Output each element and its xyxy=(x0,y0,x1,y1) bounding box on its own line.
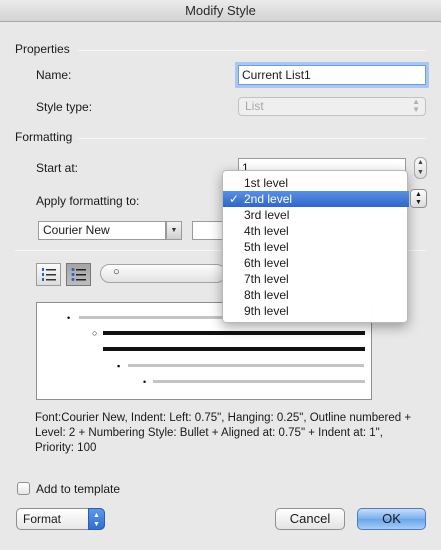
bulleted-list-button[interactable] xyxy=(66,263,91,286)
checkmark-icon: ✓ xyxy=(229,192,240,206)
preview-line-level2a xyxy=(103,331,365,335)
numbered-list-icon xyxy=(42,268,56,281)
style-type-label: Style type: xyxy=(36,100,93,114)
menu-item-level-4[interactable]: 4th level xyxy=(223,223,409,239)
add-to-template-label: Add to template xyxy=(36,482,121,496)
start-at-stepper[interactable]: ▲ ▼ xyxy=(414,157,427,179)
font-size-field[interactable] xyxy=(192,221,224,240)
menu-item-label: 5th level xyxy=(244,240,289,254)
menu-item-level-1[interactable]: 1st level xyxy=(223,175,409,191)
apply-formatting-menu: 1st level ✓ 2nd level 3rd level 4th level 5th… xyxy=(222,170,409,323)
menu-item-label: 9th level xyxy=(244,304,289,318)
menu-item-label: 1st level xyxy=(244,176,289,190)
apply-formatting-label: Apply formatting to: xyxy=(36,194,140,208)
cancel-button[interactable]: Cancel xyxy=(275,508,345,530)
preview-line-level3 xyxy=(128,364,364,367)
preview-bullet-level1: • xyxy=(67,313,71,323)
properties-rule xyxy=(78,50,426,51)
menu-item-label: 6th level xyxy=(244,256,289,270)
format-label: Format xyxy=(23,512,62,526)
menu-item-level-3[interactable]: 3rd level xyxy=(223,207,409,223)
menu-item-label: 8th level xyxy=(244,288,289,302)
name-label: Name: xyxy=(36,68,72,82)
menu-item-level-5[interactable]: 5th level xyxy=(223,239,409,255)
style-description: Font:Courier New, Indent: Left: 0.75", H… xyxy=(35,412,412,454)
numbered-list-button[interactable] xyxy=(36,263,61,286)
preview-bullet-level4: • xyxy=(143,377,147,387)
bullet-style-popup[interactable]: ○ xyxy=(100,264,226,283)
font-dropdown-button[interactable]: ▼ xyxy=(166,221,182,240)
preview-line-level2b xyxy=(103,347,365,351)
format-popup-button[interactable]: Format ▲ ▼ xyxy=(16,508,105,530)
menu-item-level-9[interactable]: 9th level xyxy=(223,303,409,319)
preview-bullet-level3: ▪ xyxy=(117,361,121,371)
apply-formatting-popup-button[interactable]: ▲ ▼ xyxy=(410,189,427,208)
add-to-template-checkbox[interactable] xyxy=(17,482,30,495)
menu-item-label: 2nd level xyxy=(244,192,293,206)
bulleted-list-icon xyxy=(71,268,86,281)
properties-section-label: Properties xyxy=(15,42,70,56)
menu-item-level-2[interactable]: ✓ 2nd level xyxy=(223,191,409,207)
menu-item-label: 4th level xyxy=(244,224,289,238)
menu-item-level-8[interactable]: 8th level xyxy=(223,287,409,303)
style-type-popup[interactable]: List ▲ ▼ xyxy=(238,97,426,116)
formatting-section-label: Formatting xyxy=(15,130,73,144)
formatting-rule xyxy=(78,138,426,139)
preview-bullet-level2: ○ xyxy=(92,328,98,338)
menu-item-label: 7th level xyxy=(244,272,289,286)
name-input[interactable]: Current List1 xyxy=(238,65,426,85)
up-down-arrows-icon: ▲ ▼ xyxy=(88,508,105,530)
preview-line-level4 xyxy=(153,380,365,383)
style-type-value: List xyxy=(245,99,264,113)
start-at-label: Start at: xyxy=(36,161,79,175)
menu-item-label: 3rd level xyxy=(244,208,290,222)
menu-item-level-7[interactable]: 7th level xyxy=(223,271,409,287)
font-combobox[interactable]: Courier New xyxy=(38,221,166,240)
window-title: Modify Style xyxy=(0,0,441,22)
ok-button[interactable]: OK xyxy=(357,508,426,530)
bullet-style-value: ○ xyxy=(113,266,120,278)
menu-item-level-6[interactable]: 6th level xyxy=(223,255,409,271)
up-down-arrows-icon: ▲ ▼ xyxy=(412,97,420,114)
